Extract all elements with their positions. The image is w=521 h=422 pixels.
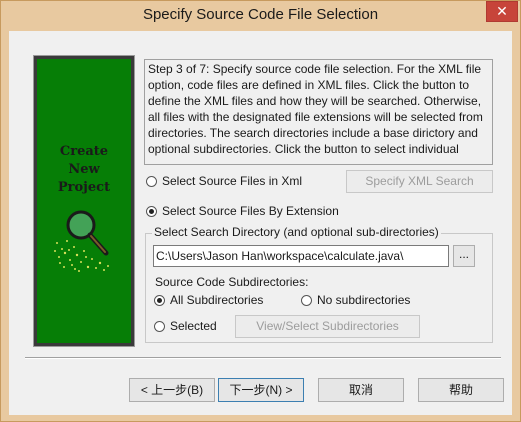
close-icon: ✕ xyxy=(496,3,508,19)
back-button[interactable]: < 上一步(B) xyxy=(129,378,215,402)
create-project-panel: Create New Project xyxy=(33,55,135,347)
search-directory-input[interactable]: C:\Users\Jason Han\workspace\calculate.j… xyxy=(153,245,449,267)
no-subdirectories-radio[interactable] xyxy=(301,295,312,306)
ellipsis-icon: ... xyxy=(458,247,469,261)
view-select-subdirectories-button[interactable]: View/Select Subdirectories xyxy=(235,315,420,338)
step-description[interactable]: Step 3 of 7: Specify source code file se… xyxy=(144,59,493,165)
dialog-body: Create New Project Step 3 of 7: Specify … xyxy=(9,31,512,415)
close-button[interactable]: ✕ xyxy=(486,1,518,22)
help-button[interactable]: 帮助 xyxy=(418,378,504,402)
xml-radio-label[interactable]: Select Source Files in Xml xyxy=(162,174,302,188)
dialog-window: Specify Source Code File Selection ✕ Cre… xyxy=(0,0,521,422)
panel-title-line2: New xyxy=(68,162,100,177)
selected-subdirectories-radio[interactable] xyxy=(154,321,165,332)
footer-separator xyxy=(25,357,501,359)
xml-radio[interactable] xyxy=(146,176,157,187)
window-title: Specify Source Code File Selection xyxy=(142,6,379,23)
extension-radio[interactable] xyxy=(146,206,157,217)
selected-subdirectories-label[interactable]: Selected xyxy=(170,319,217,333)
no-subdirectories-label[interactable]: No subdirectories xyxy=(317,293,410,307)
next-button[interactable]: 下一步(N) > xyxy=(218,378,304,402)
search-directory-legend: Select Search Directory (and optional su… xyxy=(152,225,441,239)
magnifier-icon xyxy=(54,210,109,272)
panel-title-line1: Create xyxy=(59,144,109,159)
extension-radio-label[interactable]: Select Source Files By Extension xyxy=(162,204,339,218)
subdirectories-label: Source Code Subdirectories: xyxy=(155,275,309,289)
panel-title-line3: Project xyxy=(57,180,111,195)
panel-title: Create New Project xyxy=(37,143,131,197)
specify-xml-search-button[interactable]: Specify XML Search xyxy=(346,170,493,193)
cancel-button[interactable]: 取消 xyxy=(318,378,404,402)
title-bar[interactable]: Specify Source Code File Selection ✕ xyxy=(1,1,520,31)
all-subdirectories-label[interactable]: All Subdirectories xyxy=(170,293,263,307)
panel-background: Create New Project xyxy=(37,59,131,343)
all-subdirectories-radio[interactable] xyxy=(154,295,165,306)
browse-button[interactable]: ... xyxy=(453,245,475,267)
